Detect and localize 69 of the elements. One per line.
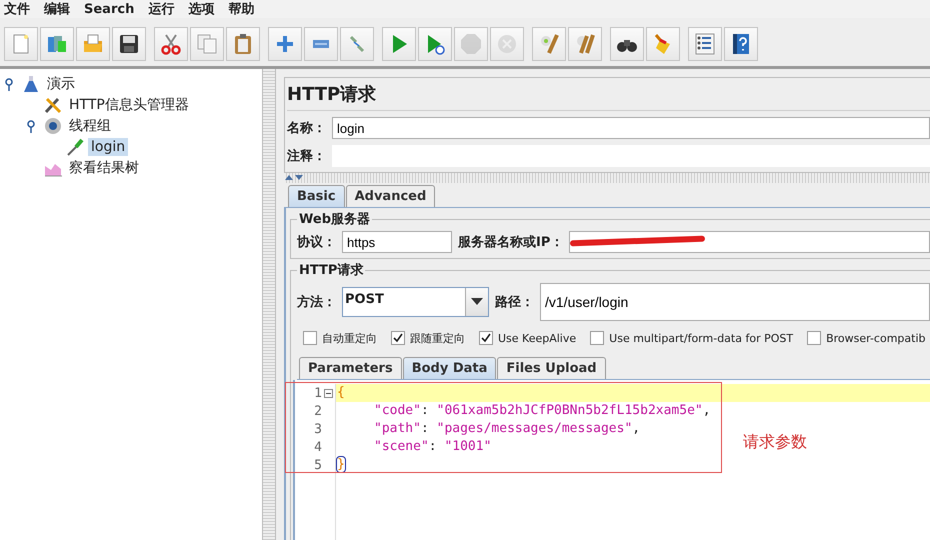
caret-icon [471,298,483,306]
code-line: "scene": "1001" [374,439,492,454]
tree-item[interactable]: 线程组 [66,116,114,136]
line-number: 2 [314,404,322,418]
menu-item[interactable]: Search [84,2,134,16]
checkbox-label: Browser-compatib [826,332,926,344]
code-line: } [337,457,345,472]
tree-item[interactable]: HTTP信息头管理器 [66,94,192,114]
toolbar-button[interactable] [418,27,452,61]
protocol-field[interactable]: https [342,231,452,253]
checkbox[interactable] [590,331,604,345]
tab[interactable]: Basic [288,185,345,207]
menu-item[interactable]: 文件 [4,0,30,18]
toolbar-button[interactable] [226,27,260,61]
functions-icon [693,32,717,56]
method-dropdown[interactable]: POST [342,287,489,317]
pipette-icon [65,136,85,156]
toolbar-button[interactable] [724,27,758,61]
toolbar-button[interactable] [610,27,644,61]
tree-item[interactable]: 演示 [44,74,78,94]
line-number: 3 [314,422,322,436]
line-number: 5 [314,458,322,472]
tab[interactable]: Files Upload [497,357,606,379]
menu-item[interactable]: 运行 [148,0,174,18]
checkbox[interactable] [391,331,405,345]
tab[interactable]: Parameters [299,357,402,379]
group-title: Web服务器 [298,211,371,228]
checkbox[interactable] [807,331,822,345]
tab[interactable]: Advanced [346,185,436,207]
checkbox-label: Use multipart/form-data for POST [609,332,794,344]
split-arrows-icon[interactable] [284,174,304,182]
group-title: HTTP请求 [298,262,364,279]
stop-icon [459,32,483,56]
menu-item[interactable]: 编辑 [44,0,70,18]
menu-item[interactable]: 选项 [188,0,214,18]
fold-icon[interactable] [324,388,333,398]
tab[interactable]: Body Data [402,357,496,379]
tree-item[interactable]: login [88,138,128,156]
code-line: "path": "pages/messages/messages", [374,421,640,436]
tree-item[interactable]: 察看结果树 [66,158,142,178]
save-icon [117,32,141,56]
annotation-text: 请求参数 [743,432,807,453]
name-field[interactable]: login [332,117,930,139]
field-label: 服务器名称或IP： [458,234,564,251]
panel-title: HTTP请求 [287,80,930,111]
checkbox-label: 自动重定向 [322,330,377,346]
shutdown-icon [495,32,519,56]
copy-icon [195,32,219,56]
field-label: 名称： [287,120,326,137]
code-line: "code": "061xam5b2hJCfP0BNn5b2fL15b2xam5e", [374,403,711,418]
server-field[interactable] [569,231,930,253]
menu-item[interactable]: 帮助 [228,0,254,18]
field-label: 方法： [297,294,336,311]
checkbox-label: 跟随重定向 [410,330,465,346]
toolbar-button[interactable] [688,27,722,61]
field-label: 协议： [297,234,336,251]
checkbox-label: Use KeepAlive [498,332,576,344]
path-field[interactable]: /v1/user/login [540,283,930,321]
checkbox[interactable] [479,331,493,345]
flask-icon [21,74,41,94]
cut-icon [159,32,183,56]
line-number: 1 [314,386,322,400]
field-label: 注释： [287,148,326,165]
toolbar-button[interactable] [112,27,146,61]
code-line: { [337,385,345,400]
checkbox[interactable] [303,331,317,345]
field-label: 路径： [495,294,534,311]
gear-icon [43,116,63,136]
line-number: 4 [314,440,322,454]
